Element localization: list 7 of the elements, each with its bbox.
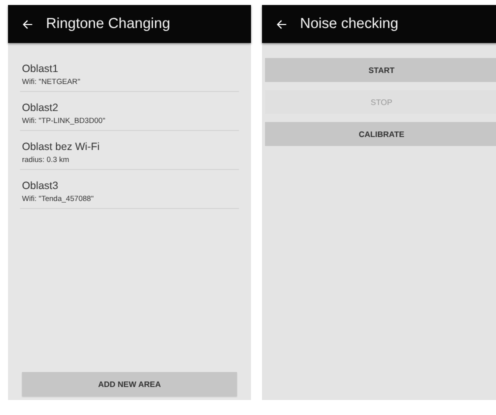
action-button[interactable]: START: [265, 58, 496, 82]
back-icon[interactable]: [276, 18, 287, 30]
add-area-button[interactable]: ADD NEW AREA: [22, 372, 237, 396]
back-icon[interactable]: [22, 18, 33, 30]
action-button[interactable]: CALIBRATE: [265, 122, 496, 146]
screen-title: Ringtone Changing: [46, 16, 170, 32]
screen-title: Noise checking: [300, 16, 398, 32]
